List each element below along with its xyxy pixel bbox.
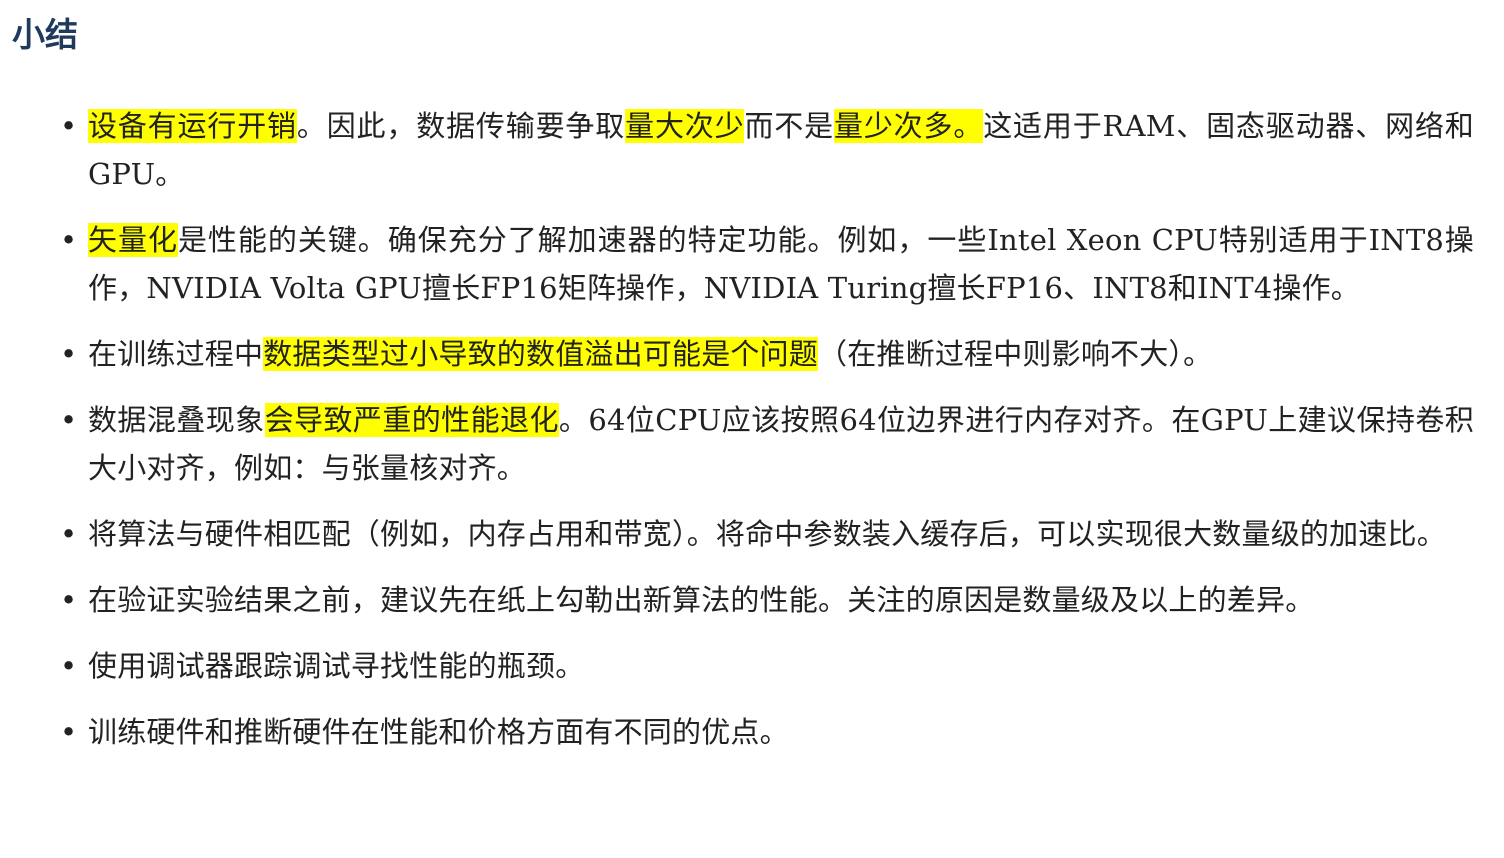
bullet-icon: • [60, 649, 78, 683]
summary-item: • 使用调试器跟踪调试寻找性能的瓶颈。 [60, 642, 1474, 690]
plain-text: 训练硬件和推断硬件在性能和价格方面有不同的优点。 [88, 715, 789, 749]
plain-text: （在推断过程中则影响不大）。 [818, 337, 1213, 371]
summary-item-text: 数据混叠现象会导致严重的性能退化。64位CPU应该按照64位边界进行内存对齐。在… [88, 396, 1474, 492]
bullet-icon: • [60, 337, 78, 371]
section-title: 小结 [12, 15, 78, 54]
summary-item-text: 矢量化是性能的关键。确保充分了解加速器的特定功能。例如，一些Intel Xeon… [88, 216, 1474, 312]
bullet-icon: • [60, 109, 78, 143]
plain-text: 在验证实验结果之前，建议先在纸上勾勒出新算法的性能。关注的原因是数量级及以上的差… [88, 583, 1315, 617]
highlighted-text: 数据类型过小导致的数值溢出可能是个问题 [263, 337, 819, 371]
summary-item: • 将算法与硬件相匹配（例如，内存占用和带宽）。将命中参数装入缓存后，可以实现很大… [60, 510, 1474, 558]
summary-item: • 矢量化是性能的关键。确保充分了解加速器的特定功能。例如，一些Intel Xeo… [60, 216, 1474, 312]
summary-item: • 在验证实验结果之前，建议先在纸上勾勒出新算法的性能。关注的原因是数量级及以上的… [60, 576, 1474, 624]
highlighted-text: 设备有运行开销 [88, 109, 297, 143]
plain-text: 在训练过程中 [88, 337, 264, 371]
plain-text: 是性能的关键。确保充分了解加速器的特定功能。例如，一些Intel Xeon CP… [88, 223, 1474, 305]
summary-item: • 数据混叠现象会导致严重的性能退化。64位CPU应该按照64位边界进行内存对齐。… [60, 396, 1474, 492]
summary-item-text: 设备有运行开销。因此，数据传输要争取量大次少而不是量少次多。这适用于RAM、固态… [88, 102, 1474, 198]
bullet-icon: • [60, 715, 78, 749]
highlighted-text: 会导致严重的性能退化 [264, 403, 559, 437]
highlighted-text: 量大次少 [625, 109, 745, 143]
plain-text: 将算法与硬件相匹配（例如，内存占用和带宽）。将命中参数装入缓存后，可以实现很大数… [88, 517, 1446, 551]
summary-item: • 训练硬件和推断硬件在性能和价格方面有不同的优点。 [60, 708, 1474, 756]
plain-text: 使用调试器跟踪调试寻找性能的瓶颈。 [88, 649, 585, 683]
bullet-icon: • [60, 403, 78, 437]
summary-item-text: 使用调试器跟踪调试寻找性能的瓶颈。 [88, 642, 1474, 690]
summary-item: • 设备有运行开销。因此，数据传输要争取量大次少而不是量少次多。这适用于RAM、固… [60, 102, 1474, 198]
bullet-icon: • [60, 517, 78, 551]
plain-text: 数据混叠现象 [88, 403, 265, 437]
bullet-icon: • [60, 223, 78, 257]
highlighted-text: 量少次多。 [833, 109, 984, 143]
plain-text: 而不是 [744, 109, 834, 143]
highlighted-text: 矢量化 [88, 223, 178, 257]
summary-item-text: 在验证实验结果之前，建议先在纸上勾勒出新算法的性能。关注的原因是数量级及以上的差… [88, 576, 1474, 624]
summary-item-text: 训练硬件和推断硬件在性能和价格方面有不同的优点。 [88, 708, 1474, 756]
document-page: 小结 • 设备有运行开销。因此，数据传输要争取量大次少而不是量少次多。这适用于RA… [0, 0, 1504, 858]
summary-item-text: 将算法与硬件相匹配（例如，内存占用和带宽）。将命中参数装入缓存后，可以实现很大数… [88, 510, 1474, 558]
summary-item: • 在训练过程中数据类型过小导致的数值溢出可能是个问题（在推断过程中则影响不大）。 [60, 330, 1474, 378]
bullet-icon: • [60, 583, 78, 617]
summary-item-text: 在训练过程中数据类型过小导致的数值溢出可能是个问题（在推断过程中则影响不大）。 [88, 330, 1474, 378]
summary-list: • 设备有运行开销。因此，数据传输要争取量大次少而不是量少次多。这适用于RAM、固… [60, 102, 1474, 774]
plain-text: 。因此，数据传输要争取 [296, 109, 626, 143]
